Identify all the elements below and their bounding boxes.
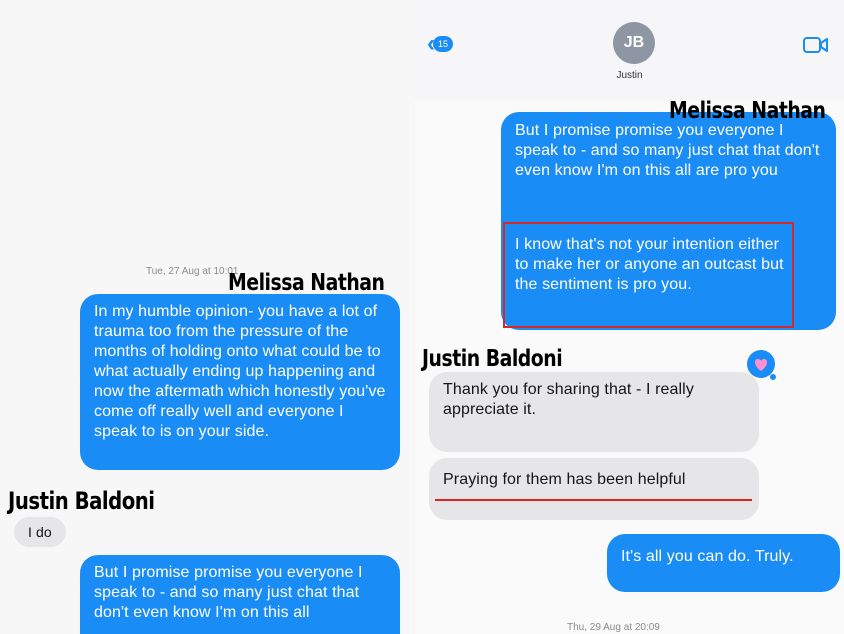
heart-tapback-icon [747, 350, 776, 380]
message-timestamp: Thu, 29 Aug at 20:09 [567, 622, 660, 633]
message-text: Thank you for sharing that - I really ap… [443, 381, 694, 418]
highlight-box [503, 222, 794, 328]
message-bubble-sent[interactable]: It's all you can do. Truly. [607, 534, 840, 592]
message-timestamp: Tue, 27 Aug at 10:01 [146, 266, 239, 277]
conversation-header: ‹ 15 JB Justin [415, 0, 844, 100]
speaker-label-justin-baldoni: Justin Baldoni [422, 346, 563, 372]
highlight-underline [435, 499, 752, 501]
message-bubble-received[interactable]: Thank you for sharing that - I really ap… [429, 372, 759, 452]
unread-count-badge: 15 [433, 36, 453, 52]
message-text: In my humble opinion- you have a lot of … [94, 303, 386, 440]
message-bubble-sent[interactable]: In my humble opinion- you have a lot of … [80, 294, 400, 470]
video-camera-icon [803, 37, 828, 53]
message-text: Praying for them has been helpful [443, 471, 686, 488]
speaker-label-melissa-nathan: Melissa Nathan [228, 270, 385, 296]
message-text: But I promise promise you everyone I spe… [515, 122, 820, 179]
right-conversation-panel: ‹ 15 JB Justin But I promise promise you… [415, 0, 844, 634]
left-conversation-panel: Tue, 27 Aug at 10:01 In my humble opinio… [0, 0, 415, 634]
message-bubble-received[interactable]: Praying for them has been helpful [429, 458, 759, 520]
video-call-button[interactable] [803, 36, 829, 59]
contact-name[interactable]: Justin [415, 70, 844, 81]
message-text: It's all you can do. Truly. [621, 548, 794, 565]
message-bubble-sent[interactable]: But I promise promise you everyone I spe… [80, 555, 400, 634]
message-bubble-received[interactable]: I do [14, 517, 66, 547]
back-button[interactable]: ‹ 15 [427, 32, 453, 56]
tapback-reaction[interactable] [743, 348, 779, 387]
speaker-label-justin-baldoni: Justin Baldoni [8, 487, 155, 515]
contact-avatar[interactable]: JB [613, 22, 655, 64]
message-text: I do [28, 524, 52, 540]
speaker-label-melissa-nathan: Melissa Nathan [669, 98, 826, 124]
avatar-initials: JB [623, 34, 645, 51]
message-text: But I promise promise you everyone I spe… [94, 564, 363, 621]
